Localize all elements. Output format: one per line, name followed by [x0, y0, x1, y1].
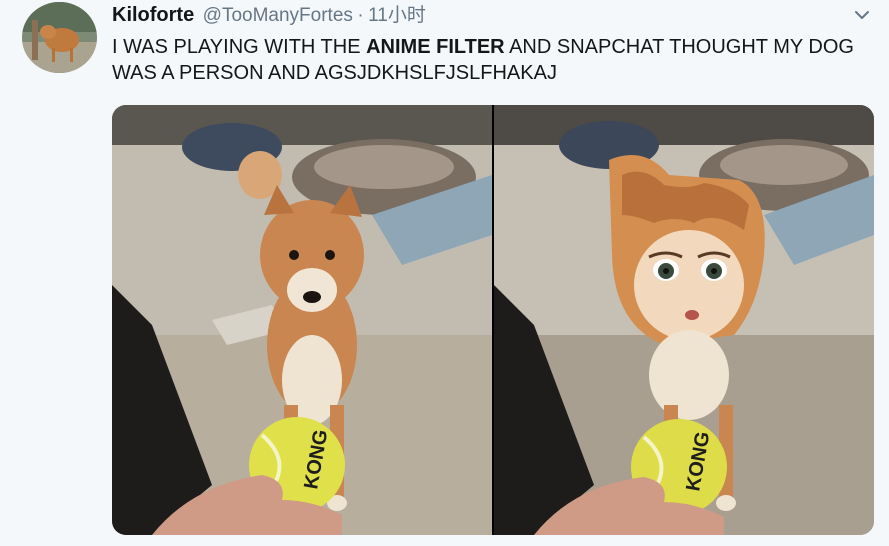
photo-anime-filter[interactable]: KONG [494, 105, 874, 535]
avatar[interactable] [22, 2, 97, 73]
photo-original-dog[interactable]: KONG [112, 105, 492, 535]
media-grid: KONG KONG [112, 105, 874, 535]
display-name[interactable]: Kiloforte [112, 4, 194, 26]
chevron-down-icon[interactable] [851, 4, 873, 26]
tweet: Kiloforte @TooManyFortes · 11小时 I WAS PL… [0, 0, 889, 546]
tweet-header: Kiloforte @TooManyFortes · 11小时 [112, 3, 426, 27]
tweet-text: I WAS PLAYING WITH THE ANIME FILTER AND … [112, 34, 882, 86]
tweet-text-part1: I WAS PLAYING WITH THE [112, 36, 367, 58]
timestamp[interactable]: 11小时 [368, 5, 426, 26]
tweet-text-bold: ANIME FILTER [366, 36, 505, 58]
user-handle[interactable]: @TooManyFortes [203, 5, 353, 26]
separator-dot: · [357, 5, 364, 26]
